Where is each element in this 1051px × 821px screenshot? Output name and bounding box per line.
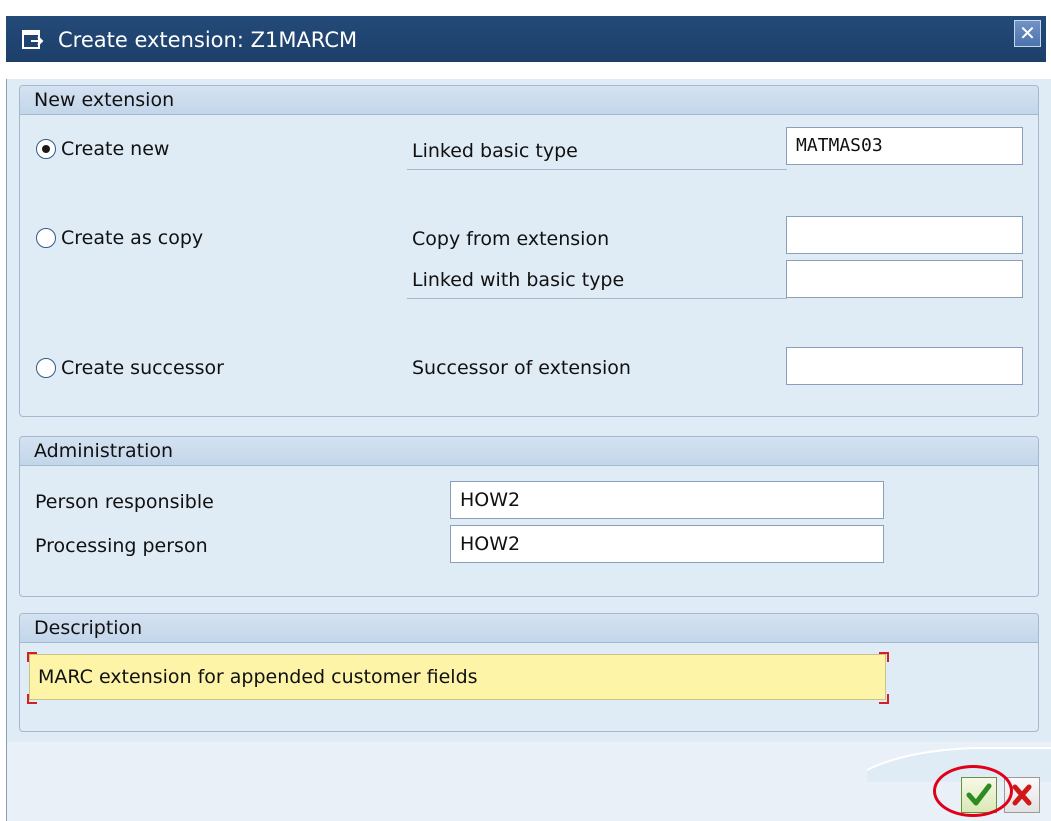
create-new-radio[interactable] (36, 139, 56, 159)
administration-header: Administration (20, 437, 1038, 466)
processing-person-label: Processing person (35, 535, 208, 557)
create-new-label[interactable]: Create new (61, 137, 169, 161)
dialog-footer (7, 742, 1051, 821)
dialog-title: Create extension: Z1MARCM (58, 28, 358, 52)
highlight-circle (933, 765, 1013, 817)
linked-with-basic-type-label: Linked with basic type (412, 269, 625, 291)
close-button[interactable]: ✕ (1014, 20, 1041, 47)
copy-from-extension-label: Copy from extension (412, 228, 610, 250)
linked-basic-type-input[interactable]: MATMAS03 (786, 127, 1023, 165)
close-icon: ✕ (1019, 21, 1036, 45)
description-input[interactable]: MARC extension for appended customer fie… (29, 654, 886, 700)
linked-basic-type-label: Linked basic type (412, 140, 578, 162)
title-bar: Create extension: Z1MARCM ✕ (0, 0, 1051, 79)
successor-of-extension-input[interactable] (786, 347, 1023, 385)
create-extension-dialog: Create extension: Z1MARCM ✕ New extensio… (0, 0, 1051, 821)
copy-from-extension-input[interactable] (786, 216, 1023, 254)
successor-of-extension-label: Successor of extension (412, 357, 631, 379)
create-successor-label[interactable]: Create successor (61, 356, 224, 380)
processing-person-input[interactable]: HOW2 (450, 525, 884, 563)
person-responsible-input[interactable]: HOW2 (450, 481, 884, 519)
new-extension-header: New extension (20, 86, 1038, 115)
dialog-window-icon (22, 30, 44, 49)
create-as-copy-radio[interactable] (36, 228, 56, 248)
create-as-copy-label[interactable]: Create as copy (61, 226, 203, 250)
person-responsible-label: Person responsible (35, 491, 214, 513)
create-successor-radio[interactable] (36, 358, 56, 378)
description-header: Description (20, 614, 1038, 643)
linked-with-basic-type-input[interactable] (786, 260, 1023, 298)
